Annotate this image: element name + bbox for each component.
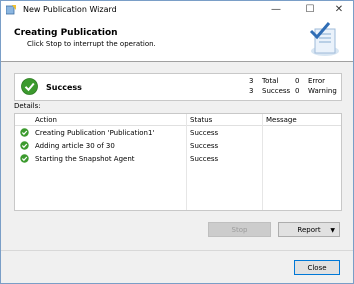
wizard-header: Creating Publication Click Stop to inter… (1, 19, 353, 62)
window-title: New Publication Wizard (23, 5, 117, 14)
total-count: 3 (249, 77, 254, 85)
row-status: Success (190, 129, 219, 137)
report-button[interactable]: Report ▼ (278, 222, 340, 237)
warning-label: Warning (308, 87, 337, 95)
details-label: Details: (14, 102, 41, 110)
error-count: 0 (295, 77, 300, 85)
close-window-button[interactable]: ✕ (325, 1, 353, 19)
minimize-button[interactable]: — (262, 1, 290, 19)
table-row[interactable]: Starting the Snapshot Agent Success (15, 153, 341, 165)
total-label: Total (262, 77, 279, 85)
title-bar: New Publication Wizard — ☐ ✕ (1, 1, 353, 19)
error-label: Error (308, 77, 326, 85)
column-status[interactable]: Status (190, 116, 212, 124)
wizard-window: New Publication Wizard — ☐ ✕ Creating Pu… (0, 0, 354, 284)
table-row[interactable]: Adding article 30 of 30 Success (15, 140, 341, 152)
row-action: Starting the Snapshot Agent (35, 155, 135, 163)
row-status: Success (190, 142, 219, 150)
success-label: Success (262, 87, 291, 95)
success-check-icon (21, 78, 38, 95)
wizard-app-icon (6, 5, 16, 15)
row-action: Adding article 30 of 30 (35, 142, 115, 150)
page-subtitle: Click Stop to interrupt the operation. (27, 40, 156, 48)
success-count: 3 (249, 87, 254, 95)
warning-count: 0 (295, 87, 300, 95)
success-check-icon (20, 128, 29, 137)
stop-button[interactable]: Stop (208, 222, 271, 237)
footer-divider (1, 250, 353, 251)
success-check-icon (20, 154, 29, 163)
status-text: Success (46, 83, 82, 92)
row-status: Success (190, 155, 219, 163)
table-row[interactable]: Creating Publication 'Publication1' Succ… (15, 127, 341, 139)
grid-header: Action Status Message (15, 114, 341, 126)
dropdown-arrow-icon[interactable]: ▼ (330, 223, 335, 238)
report-label: Report (297, 226, 321, 234)
wizard-header-icon (309, 22, 339, 56)
column-action[interactable]: Action (35, 116, 57, 124)
success-check-icon (20, 141, 29, 150)
details-grid[interactable]: Action Status Message Creating Publicati… (14, 113, 342, 211)
page-title: Creating Publication (14, 28, 118, 38)
close-button[interactable]: Close (294, 260, 340, 275)
status-summary-panel: Success 3 Total 0 Error 3 Success 0 Warn… (14, 73, 342, 101)
column-message[interactable]: Message (266, 116, 297, 124)
row-action: Creating Publication 'Publication1' (35, 129, 155, 137)
maximize-button[interactable]: ☐ (296, 1, 324, 19)
